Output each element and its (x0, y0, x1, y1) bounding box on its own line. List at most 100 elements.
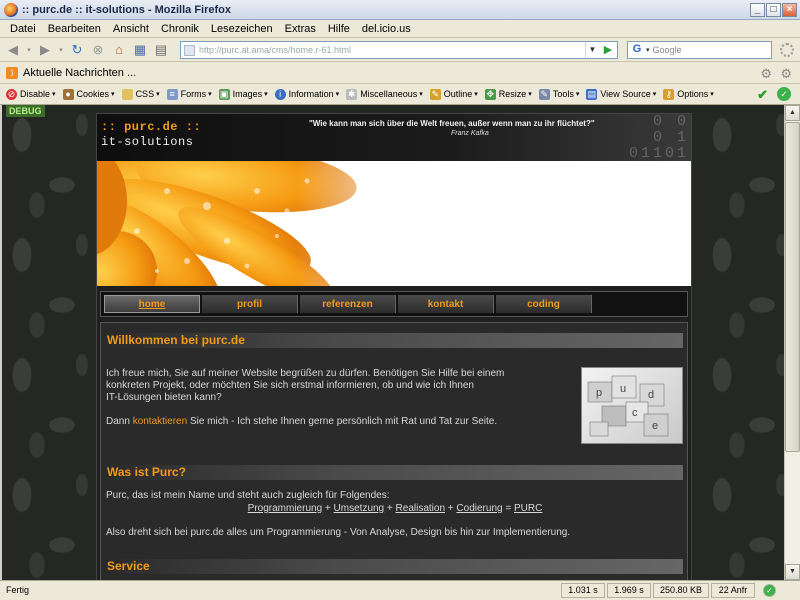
search-engine-dropdown-icon[interactable]: ▾ (646, 46, 650, 54)
nav-tab-referenzen[interactable]: referenzen (300, 295, 396, 313)
welcome-text-line-1: Ich freue mich, Sie auf meiner Website b… (106, 368, 505, 379)
nav-tab-kontakt[interactable]: kontakt (398, 295, 494, 313)
main-content: Willkommen bei purc.de Ich freue mich, S… (100, 322, 688, 580)
dev-tools-menu[interactable]: ✎ Tools ▾ (538, 88, 579, 100)
gear-icon[interactable]: ⚙ (760, 66, 772, 82)
navigation-toolbar: ◀ ▾ ▶ ▾ ↻ ⊗ ⌂ ▦ ▤ http://purc.at.ama/cms… (0, 38, 800, 62)
puzzle-image: p u d c e (581, 367, 683, 444)
scroll-up-arrow-icon[interactable]: ▲ (785, 105, 800, 121)
purc-acronym: Programmierung + Umsetzung + Realisation… (247, 503, 543, 514)
cookie-icon: ● (62, 88, 74, 100)
back-dropdown-icon[interactable]: ▾ (25, 41, 33, 59)
title-bar: :: purc.de :: it-solutions - Mozilla Fir… (0, 0, 800, 20)
menu-lesezeichen[interactable]: Lesezeichen (205, 23, 279, 35)
flower-banner-image (97, 161, 691, 286)
forms-icon: ≡ (166, 88, 178, 100)
menu-hilfe[interactable]: Hilfe (322, 23, 356, 35)
css-valid-check-icon[interactable]: ✔ (757, 87, 768, 103)
maximize-button[interactable]: □ (766, 2, 781, 17)
welcome-text-line-2: konkreten Projekt, oder möchten Sie sich… (106, 380, 474, 391)
settings-icon[interactable]: ⚙ (780, 66, 792, 82)
minimize-button[interactable]: _ (750, 2, 765, 17)
site-logo-title[interactable]: :: purc.de :: (101, 120, 201, 134)
service-heading: Service (105, 559, 683, 574)
dev-miscellaneous-menu[interactable]: ✱ Miscellaneous ▾ (346, 88, 423, 100)
header-quote: "Wie kann man sich über die Welt freuen,… (309, 119, 595, 128)
welcome-text-line-3: IT-Lösungen bieten kann? (106, 392, 222, 403)
page-icon[interactable]: ▤ (152, 41, 170, 59)
request-count: 22 Anfr (711, 583, 755, 598)
svg-text:e: e (652, 420, 658, 432)
throbber-icon (780, 43, 794, 57)
home-icon[interactable]: ⌂ (110, 41, 128, 59)
site-container: :: purc.de :: it-solutions "Wie kann man… (96, 113, 692, 580)
css-icon (121, 88, 133, 100)
nav-tab-home[interactable]: home (104, 295, 200, 313)
live-bookmark-feed[interactable]: Aktuelle Nachrichten ... (23, 67, 136, 79)
svg-text:u: u (620, 383, 626, 395)
images-icon: ▣ (218, 88, 230, 100)
search-box[interactable]: G ▾ Google (627, 41, 772, 59)
dev-options-menu[interactable]: ⚷ Options ▾ (663, 88, 714, 100)
what-is-purc-heading: Was ist Purc? (105, 465, 683, 480)
resize-icon: ✥ (484, 88, 496, 100)
kontaktieren-link[interactable]: kontaktieren (133, 416, 187, 427)
vertical-scrollbar[interactable]: ▲ ▼ (784, 105, 800, 580)
nav-tab-coding[interactable]: coding (496, 295, 592, 313)
load-time-1: 1.031 s (561, 583, 605, 598)
back-arrow-icon[interactable]: ◀ (4, 41, 22, 59)
scroll-down-arrow-icon[interactable]: ▼ (785, 564, 800, 580)
welcome-heading: Willkommen bei purc.de (105, 333, 683, 348)
forward-arrow-icon[interactable]: ▶ (36, 41, 54, 59)
search-input[interactable]: Google (653, 45, 682, 55)
menu-extras[interactable]: Extras (279, 23, 322, 35)
svg-text:c: c (632, 407, 638, 419)
outline-pen-icon: ✎ (429, 88, 441, 100)
scrollbar-thumb[interactable] (785, 122, 800, 452)
status-message: Fertig (6, 585, 30, 595)
disable-icon: ⊘ (6, 88, 17, 100)
status-ok-icon[interactable]: ✓ (763, 584, 776, 597)
menu-chronik[interactable]: Chronik (155, 23, 205, 35)
menu-datei[interactable]: Datei (4, 23, 42, 35)
dev-forms-menu[interactable]: ≡ Forms ▾ (166, 88, 212, 100)
forward-dropdown-icon[interactable]: ▾ (57, 41, 65, 59)
extension-icon[interactable]: ▦ (131, 41, 149, 59)
load-time-2: 1.969 s (607, 583, 651, 598)
nav-tab-profil[interactable]: profil (202, 295, 298, 313)
dev-resize-menu[interactable]: ✥ Resize ▾ (484, 88, 532, 100)
tools-wrench-icon: ✎ (538, 88, 550, 100)
dev-disable-menu[interactable]: ⊘ Disable ▾ (6, 88, 56, 100)
reload-icon[interactable]: ↻ (68, 41, 86, 59)
menu-bar: Datei Bearbeiten Ansicht Chronik Lesezei… (0, 20, 800, 38)
dev-outline-menu[interactable]: ✎ Outline ▾ (429, 88, 478, 100)
dev-information-menu[interactable]: i Information ▾ (274, 88, 339, 100)
url-bar[interactable]: http://purc.at.ama/cms/home.r-61.html ▼ … (180, 41, 618, 59)
bookmarks-toolbar: ) Aktuelle Nachrichten ... ⚙ ⚙ (0, 62, 800, 84)
menu-ansicht[interactable]: Ansicht (107, 23, 155, 35)
dev-cookies-menu[interactable]: ● Cookies ▾ (62, 88, 115, 100)
site-navigation: home profil referenzen kontakt coding (100, 291, 688, 317)
google-icon[interactable]: G (630, 43, 644, 57)
miscellaneous-icon: ✱ (346, 88, 358, 100)
menu-bearbeiten[interactable]: Bearbeiten (42, 23, 107, 35)
close-button[interactable]: × (782, 2, 797, 17)
dev-images-menu[interactable]: ▣ Images ▾ (218, 88, 268, 100)
go-arrow-icon[interactable]: ▶ (600, 42, 616, 58)
stop-icon[interactable]: ⊗ (89, 41, 107, 59)
firefox-icon (4, 2, 18, 17)
what-is-purc-text: Purc, das ist mein Name und steht auch z… (106, 490, 390, 501)
menu-delicious[interactable]: del.icio.us (356, 23, 417, 35)
site-logo-subtitle: it-solutions (101, 135, 194, 149)
svg-text:d: d (648, 389, 654, 401)
debug-badge[interactable]: DEBUG (6, 105, 45, 117)
url-dropdown-icon[interactable]: ▼ (585, 42, 599, 58)
binary-decoration: 0 0 0 1 01101 (628, 114, 689, 161)
html-valid-check-icon[interactable]: ✓ (777, 87, 791, 101)
rss-feed-icon: ) (6, 66, 18, 79)
dev-view-source-menu[interactable]: ▤ View Source ▾ (586, 88, 656, 100)
dev-css-menu[interactable]: CSS ▾ (121, 88, 160, 100)
quote-author: Franz Kafka (451, 130, 489, 137)
window-title: :: purc.de :: it-solutions - Mozilla Fir… (22, 3, 231, 16)
options-key-icon: ⚷ (663, 88, 675, 100)
